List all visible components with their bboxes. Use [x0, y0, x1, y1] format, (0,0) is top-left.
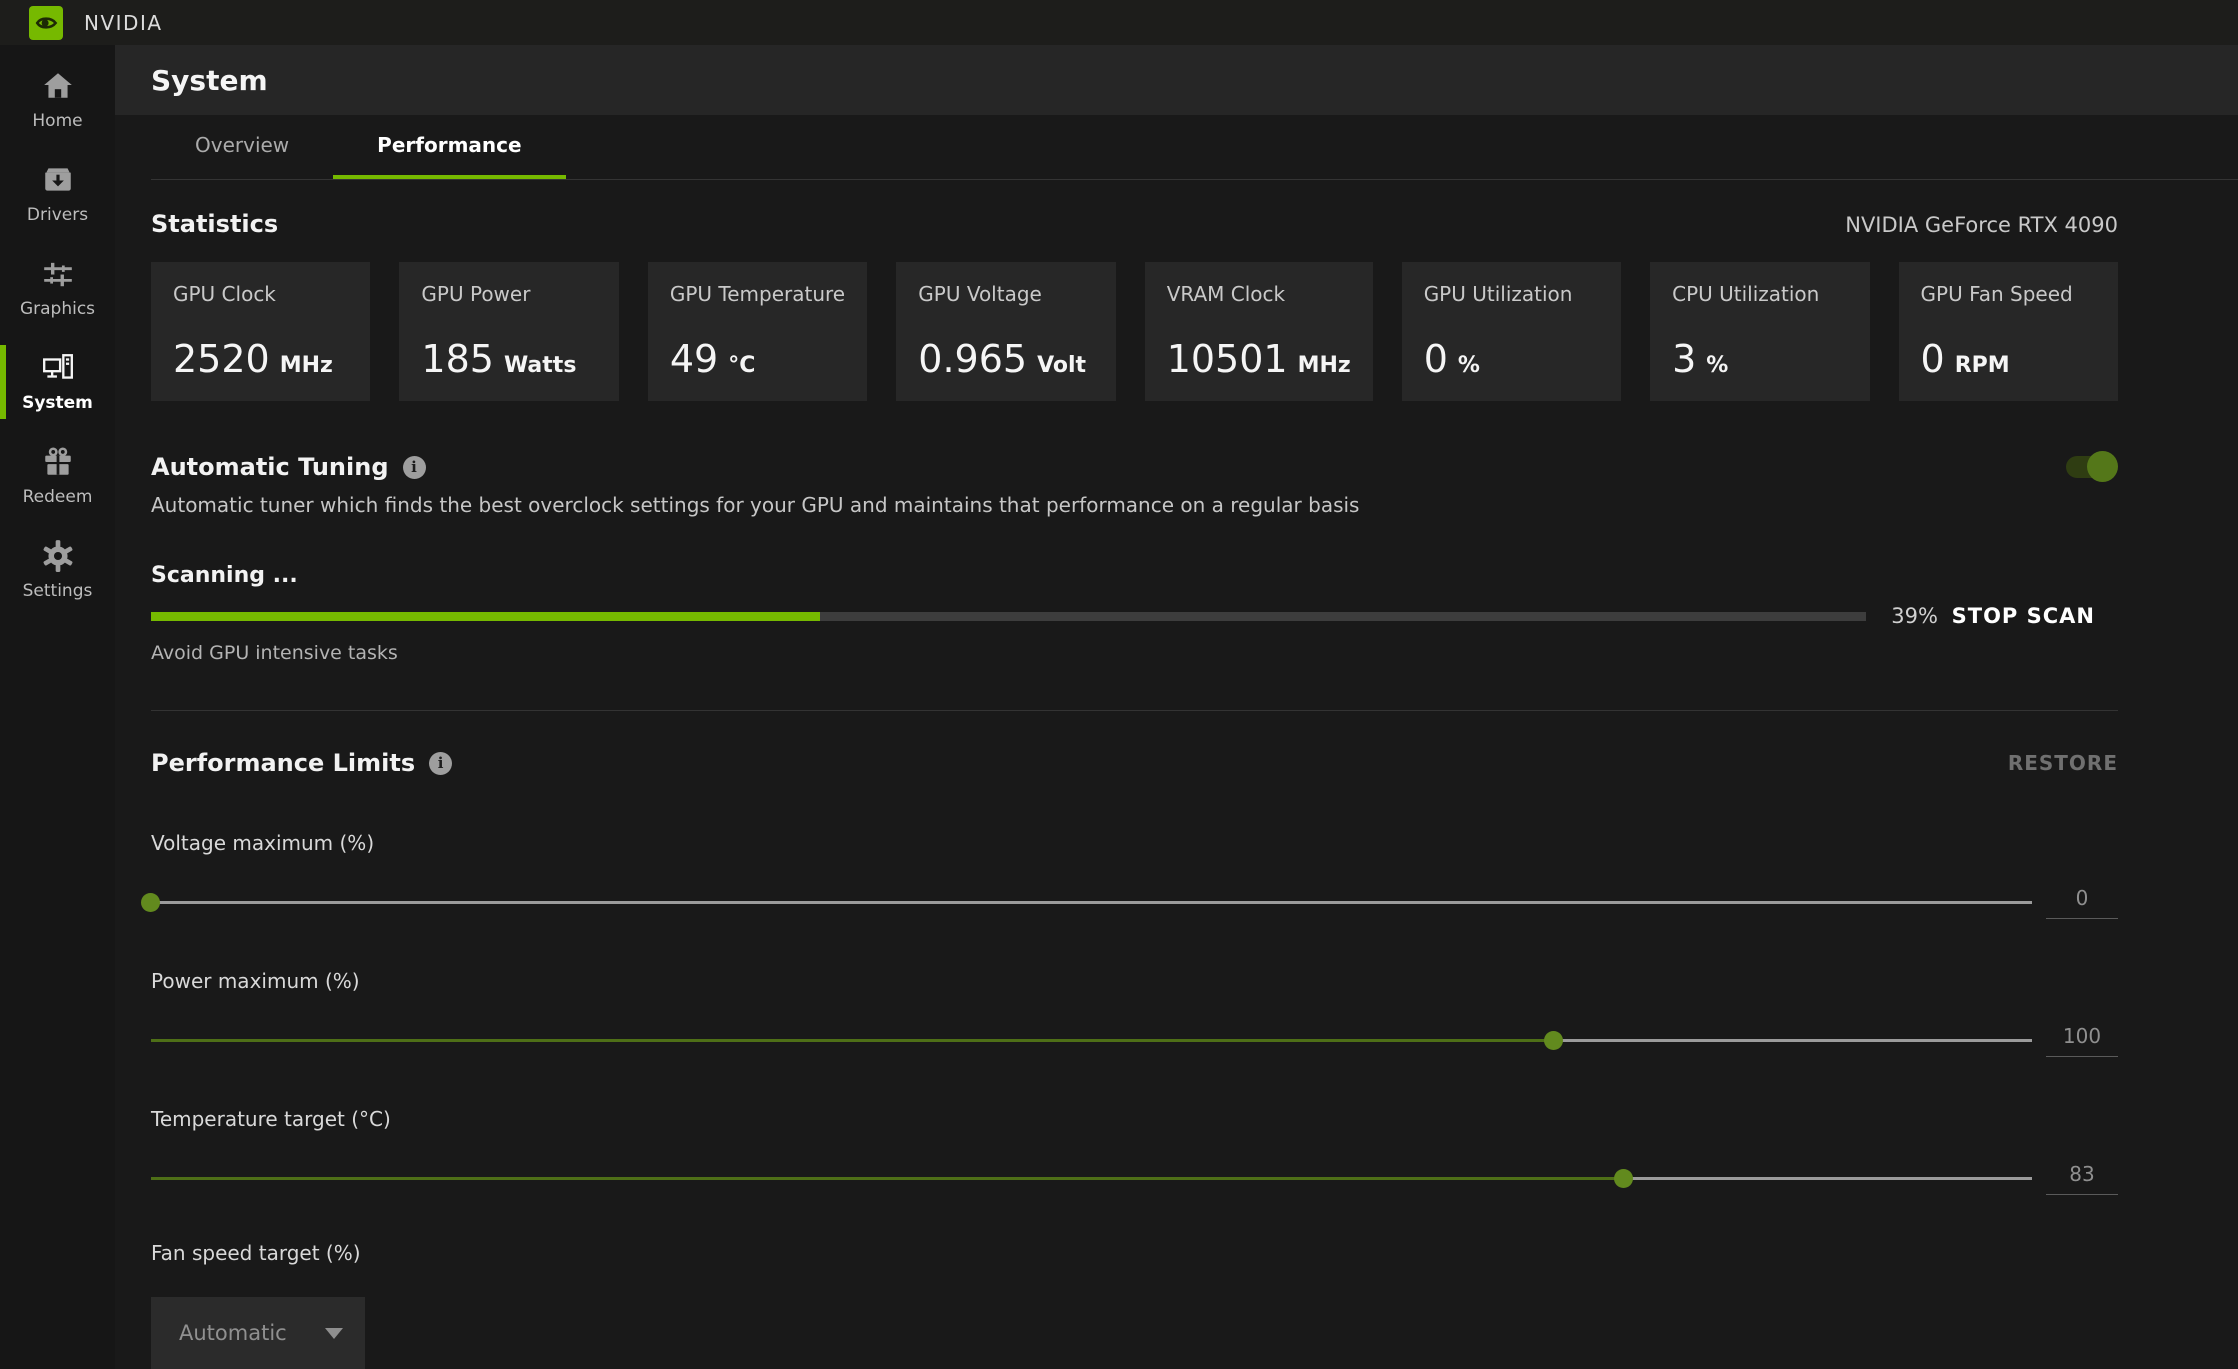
scan-progress-fill — [151, 611, 820, 621]
chevron-down-icon — [324, 1327, 343, 1339]
sidebar-item-graphics[interactable]: Graphics — [0, 241, 115, 335]
stat-card-gpu-power: GPU Power 185 Watts — [399, 262, 619, 401]
sidebar-item-system[interactable]: System — [0, 335, 115, 429]
tab-overview[interactable]: Overview — [151, 115, 333, 179]
sidebar-item-home[interactable]: Home — [0, 53, 115, 147]
page-title: System — [151, 63, 268, 97]
info-icon[interactable] — [402, 455, 426, 479]
stat-card-gpu-fan-speed: GPU Fan Speed 0 RPM — [1898, 262, 2118, 401]
automatic-tuning-description: Automatic tuner which finds the best ove… — [151, 493, 1360, 517]
temperature-target-row: Temperature target (°C) — [151, 1107, 2118, 1195]
stat-card-cpu-utilization: CPU Utilization 3% — [1650, 262, 1870, 401]
statistics-heading: Statistics — [151, 210, 279, 238]
sidebar-item-label: Settings — [22, 581, 93, 601]
fan-speed-target-label: Fan speed target (%) — [151, 1241, 361, 1265]
tabbar: Overview Performance — [151, 115, 2238, 180]
restore-button[interactable]: RESTORE — [2008, 751, 2118, 775]
voltage-maximum-row: Voltage maximum (%) — [141, 831, 2118, 919]
temperature-target-value[interactable] — [2046, 1161, 2118, 1195]
info-icon[interactable] — [429, 751, 453, 775]
stat-card-vram-clock: VRAM Clock 10501 MHz — [1144, 262, 1373, 401]
stat-card-gpu-temperature: GPU Temperature 49 °C — [647, 262, 868, 401]
page-header: System — [115, 45, 2238, 116]
scan-status: Scanning ... — [151, 563, 298, 588]
sidebar-item-label: Graphics — [19, 299, 96, 319]
nvidia-logo-icon — [29, 5, 63, 40]
redeem-icon — [41, 445, 75, 479]
automatic-tuning-title: Automatic Tuning — [151, 453, 389, 481]
slider-knob[interactable] — [141, 892, 160, 912]
home-icon — [41, 69, 75, 103]
sidebar-item-label: Drivers — [26, 205, 89, 225]
stat-card-gpu-clock: GPU Clock 2520 MHz — [151, 262, 371, 401]
slider-knob[interactable] — [1613, 1168, 1633, 1188]
sidebar-item-settings[interactable]: Settings — [0, 523, 115, 617]
stat-card-gpu-utilization: GPU Utilization 0% — [1401, 262, 1622, 401]
titlebar: NVIDIA — [0, 0, 2238, 45]
settings-icon — [41, 539, 75, 573]
voltage-maximum-value[interactable] — [2046, 885, 2118, 919]
performance-limits-title: Performance Limits — [151, 749, 416, 777]
fan-speed-dropdown[interactable]: Automatic — [151, 1297, 365, 1369]
sidebar: Home Drivers Graphics System Redeem Sett… — [0, 45, 115, 1369]
stat-cards: GPU Clock 2520 MHz GPU Power 185 Watts GPU… — [151, 262, 2118, 401]
power-maximum-slider[interactable] — [151, 1030, 2032, 1050]
gpu-name: NVIDIA GeForce RTX 4090 — [1845, 213, 2118, 237]
sidebar-item-label: System — [22, 393, 93, 413]
stat-card-gpu-voltage: GPU Voltage 0.965 Volt — [896, 262, 1116, 401]
system-icon — [41, 351, 75, 385]
sidebar-item-redeem[interactable]: Redeem — [0, 429, 115, 523]
section-divider — [151, 710, 2118, 711]
stop-scan-button[interactable]: STOP SCAN — [1952, 604, 2095, 628]
toggle-knob — [2087, 451, 2118, 482]
scan-progress-percent: 39% — [1891, 604, 1938, 628]
sidebar-item-drivers[interactable]: Drivers — [0, 147, 115, 241]
scan-progress-bar — [151, 611, 1867, 621]
automatic-tuning-toggle[interactable] — [2066, 451, 2118, 482]
power-maximum-row: Power maximum (%) — [151, 969, 2118, 1057]
app-title: NVIDIA — [84, 10, 163, 35]
scan-hint: Avoid GPU intensive tasks — [151, 642, 398, 664]
tab-performance[interactable]: Performance — [333, 115, 566, 179]
power-maximum-value[interactable] — [2046, 1023, 2118, 1057]
sidebar-item-label: Home — [32, 111, 83, 131]
slider-knob[interactable] — [1544, 1030, 1564, 1050]
graphics-icon — [41, 257, 75, 291]
voltage-maximum-slider[interactable] — [141, 892, 2032, 912]
drivers-icon — [41, 163, 75, 197]
sidebar-item-label: Redeem — [22, 487, 93, 507]
temperature-target-slider[interactable] — [151, 1168, 2032, 1188]
fan-speed-selected: Automatic — [179, 1321, 287, 1345]
